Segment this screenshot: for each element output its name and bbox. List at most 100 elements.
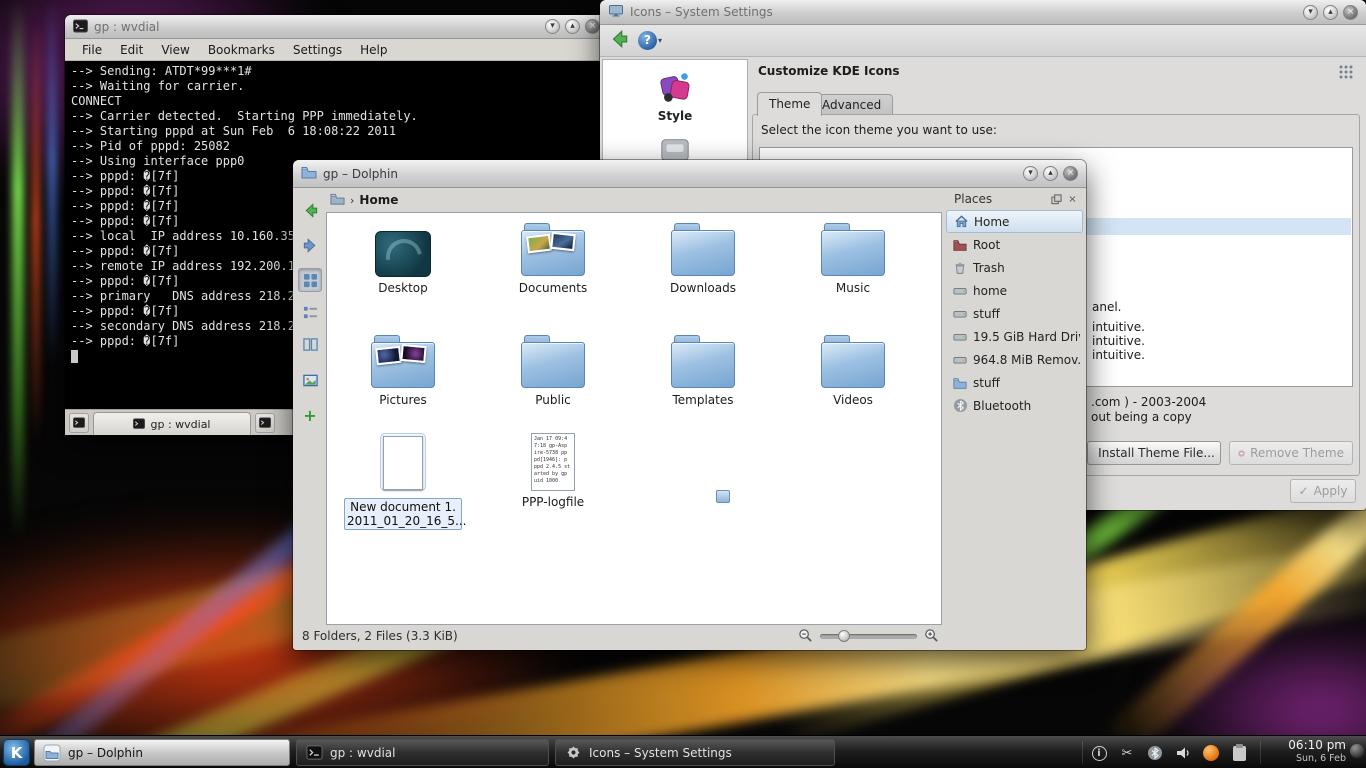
- selected-file-label: New document 1. 2011_01_20_16_5...: [344, 498, 462, 530]
- menu-help[interactable]: Help: [351, 40, 396, 60]
- drive-icon: [952, 306, 968, 322]
- breadcrumb-home[interactable]: Home: [359, 193, 398, 207]
- selection-frame: [380, 433, 426, 491]
- help-button[interactable]: ? ▾: [638, 31, 662, 50]
- notifications-tray-icon[interactable]: i: [1090, 744, 1108, 762]
- klipper-tray-icon[interactable]: ✂: [1118, 744, 1136, 762]
- chevron-down-icon: ▾: [658, 36, 662, 45]
- apply-button[interactable]: ✓ Apply: [1290, 479, 1356, 503]
- file-label: Documents: [479, 281, 627, 295]
- new-tab-button[interactable]: [69, 413, 89, 433]
- file-videos[interactable]: Videos: [779, 331, 927, 407]
- wallpaper-beam: [32, 20, 40, 520]
- file-pictures[interactable]: Pictures: [329, 331, 477, 407]
- file-downloads[interactable]: Downloads: [629, 219, 777, 295]
- close-panel-icon[interactable]: ×: [1066, 193, 1079, 206]
- menu-edit[interactable]: Edit: [111, 40, 152, 60]
- panel-cashew[interactable]: [1350, 744, 1364, 758]
- sidebar-item-style[interactable]: Style: [603, 68, 747, 123]
- minimize-button[interactable]: ▾: [1023, 166, 1038, 181]
- file-documents[interactable]: Documents: [479, 219, 627, 295]
- add-button[interactable]: +: [298, 403, 322, 427]
- maximize-button[interactable]: ▴: [1043, 166, 1058, 181]
- documents-folder-icon: [521, 223, 585, 277]
- icon-slot: [329, 331, 477, 389]
- install-theme-button[interactable]: Install Theme File...: [1087, 441, 1221, 465]
- place-stuff-partition[interactable]: stuff: [946, 302, 1083, 325]
- file-ppp-logfile[interactable]: Jan 17 09:4 7:18 gp-Asp ire-5738 pp pd[1…: [479, 433, 627, 509]
- remove-theme-button[interactable]: Remove Theme: [1229, 441, 1353, 465]
- tray-separator: [1082, 741, 1083, 764]
- place-home[interactable]: Home: [946, 210, 1083, 233]
- terminal-title: gp : wvdial: [94, 20, 159, 34]
- place-root[interactable]: Root: [946, 233, 1083, 256]
- dolphin-app-icon: [301, 164, 317, 183]
- close-button[interactable]: ×: [585, 19, 600, 34]
- back-button[interactable]: [608, 28, 630, 53]
- icon-slot: [779, 331, 927, 389]
- system-settings-titlebar[interactable]: Icons – System Settings ▾ ▴ ×: [600, 0, 1366, 25]
- forward-button[interactable]: [298, 233, 322, 257]
- folder-icon: [952, 375, 968, 391]
- place-trash[interactable]: Trash: [946, 256, 1083, 279]
- place-hard-drive[interactable]: 19.5 GiB Hard Drive: [946, 325, 1083, 348]
- icon-slot: [479, 331, 627, 389]
- clock-date: Sun, 6 Feb: [1288, 752, 1346, 766]
- bluetooth-tray-icon[interactable]: [1146, 744, 1164, 762]
- maximize-button[interactable]: ▴: [1323, 5, 1338, 20]
- hard-drive-icon: [952, 329, 968, 345]
- file-public[interactable]: Public: [479, 331, 627, 407]
- terminal-tab[interactable]: gp : wvdial: [93, 412, 251, 435]
- minimize-button[interactable]: ▾: [545, 19, 560, 34]
- kde-logo-icon: K: [11, 744, 23, 762]
- tab-advanced[interactable]: Advanced: [810, 94, 893, 116]
- menu-file[interactable]: File: [73, 40, 111, 60]
- folder-icon: [521, 335, 585, 389]
- install-theme-label: Install Theme File...: [1098, 446, 1215, 460]
- place-removable-drive[interactable]: 964.8 MiB Remov...: [946, 348, 1083, 371]
- place-stuff-folder[interactable]: stuff: [946, 371, 1083, 394]
- icons-view-button[interactable]: [298, 268, 322, 292]
- digital-clock[interactable]: 06:10 pm Sun, 6 Feb: [1288, 738, 1346, 766]
- photo-thumbnail: [400, 344, 426, 363]
- menu-settings[interactable]: Settings: [284, 40, 351, 60]
- breadcrumb-separator: ›: [350, 194, 354, 207]
- file-desktop[interactable]: Desktop: [329, 219, 477, 295]
- menu-bookmarks[interactable]: Bookmarks: [199, 40, 284, 60]
- details-view-button[interactable]: [298, 300, 322, 324]
- kde-menu-button[interactable]: K: [3, 739, 30, 766]
- task-wvdial[interactable]: gp : wvdial: [296, 739, 549, 766]
- file-new-document[interactable]: New document 1. 2011_01_20_16_5...: [329, 433, 477, 530]
- tab-list-button[interactable]: [255, 413, 275, 433]
- file-view[interactable]: Desktop Documents: [326, 212, 942, 625]
- file-templates[interactable]: Templates: [629, 331, 777, 407]
- device-notifier-tray-icon[interactable]: [1202, 744, 1220, 762]
- tab-theme[interactable]: Theme: [757, 92, 822, 116]
- icons-view-icon: [303, 273, 318, 288]
- zoom-out-icon[interactable]: [798, 628, 813, 646]
- file-music[interactable]: Music: [779, 219, 927, 295]
- volume-tray-icon[interactable]: [1174, 744, 1192, 762]
- maximize-button[interactable]: ▴: [565, 19, 580, 34]
- place-home-partition[interactable]: home: [946, 279, 1083, 302]
- zoom-in-icon[interactable]: [924, 628, 939, 646]
- columns-view-button[interactable]: [298, 332, 322, 356]
- task-dolphin[interactable]: gp – Dolphin: [34, 739, 290, 766]
- clipboard-tray-icon[interactable]: [1230, 744, 1248, 762]
- zoom-slider[interactable]: [820, 634, 917, 639]
- float-panel-icon[interactable]: [1050, 193, 1063, 206]
- zoom-slider-handle[interactable]: [838, 630, 850, 642]
- instruction-text: Select the icon theme you want to use:: [761, 123, 997, 137]
- terminal-titlebar[interactable]: gp : wvdial ▾ ▴ ×: [65, 15, 608, 39]
- task-system-settings[interactable]: Icons – System Settings: [555, 739, 835, 766]
- menu-view[interactable]: View: [152, 40, 198, 60]
- preview-button[interactable]: [298, 368, 322, 392]
- dolphin-titlebar[interactable]: gp – Dolphin ▾ ▴ ×: [293, 160, 1086, 188]
- icon-grid-icon[interactable]: [1338, 64, 1354, 83]
- close-button[interactable]: ×: [1063, 166, 1078, 181]
- style-icon: [656, 68, 694, 106]
- close-button[interactable]: ×: [1343, 5, 1358, 20]
- minimize-button[interactable]: ▾: [1303, 5, 1318, 20]
- back-button[interactable]: [298, 198, 322, 222]
- place-bluetooth[interactable]: Bluetooth: [946, 394, 1083, 417]
